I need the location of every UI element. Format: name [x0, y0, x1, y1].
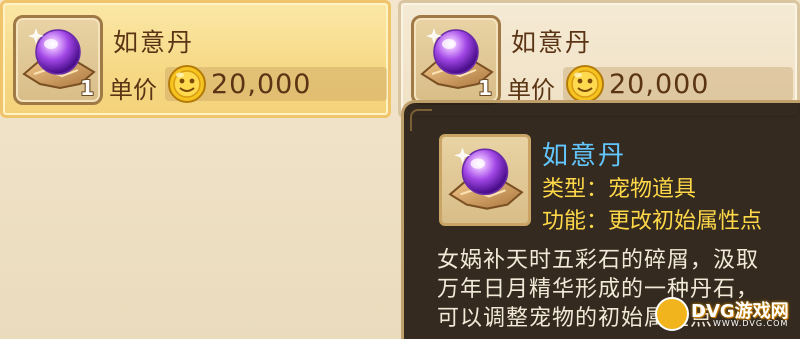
price-value: 20,000 — [211, 69, 312, 100]
price-label: 单价 — [109, 76, 157, 104]
tooltip-item-type: 类型：宠物道具 — [542, 177, 697, 202]
item-count: 1 — [478, 76, 492, 100]
item-name: 如意丹 — [113, 28, 195, 57]
tooltip-item-name: 如意丹 — [542, 141, 627, 171]
site-watermark: DVG游戏网 WWW.DVG.COM — [655, 295, 795, 333]
gold-coin-icon — [566, 65, 604, 103]
shop-item-card-selected[interactable]: 1 如意丹 单价 20,000 — [0, 0, 391, 118]
tooltip-item-slot — [439, 134, 531, 226]
shop-panel: 1 如意丹 单价 20,000 1 如意丹 单价 20,000 如意丹 类型：宠… — [0, 0, 800, 339]
gold-coin-icon — [168, 65, 206, 103]
item-count: 1 — [80, 76, 94, 100]
item-name: 如意丹 — [511, 28, 593, 57]
tooltip-corner-ornament — [410, 109, 432, 131]
price-value: 20,000 — [609, 69, 710, 100]
tooltip-description-line: 女娲补天时五彩石的碎屑，汲取 — [437, 248, 760, 273]
item-slot[interactable]: 1 — [13, 15, 103, 105]
watermark-subtext: WWW.DVG.COM — [713, 319, 789, 328]
pearl-on-rock-icon — [448, 147, 524, 210]
item-slot[interactable]: 1 — [411, 15, 501, 105]
gamepad-icon — [655, 297, 689, 331]
tooltip-item-function: 功能：更改初始属性点 — [542, 209, 763, 234]
